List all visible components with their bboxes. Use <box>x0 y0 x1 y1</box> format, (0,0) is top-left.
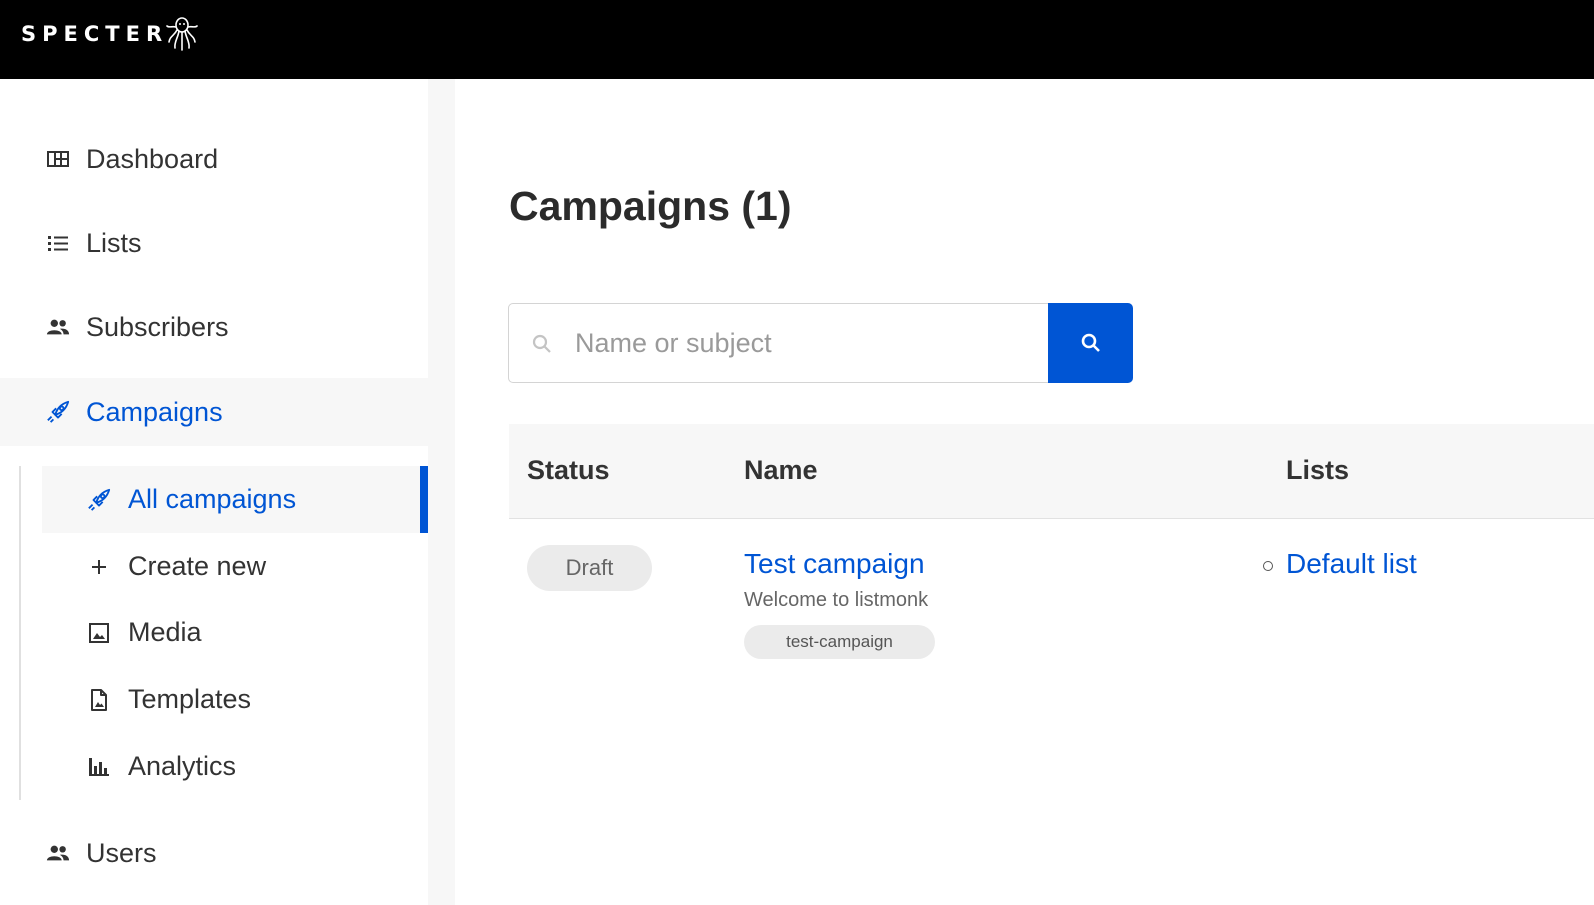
subnav-item-analytics[interactable]: Analytics <box>42 733 428 800</box>
image-icon <box>87 621 111 645</box>
sidebar-item-users[interactable]: Users <box>0 819 428 887</box>
sidebar-item-label: Campaigns <box>86 396 223 427</box>
sidebar-gutter <box>428 79 455 905</box>
search-icon <box>1081 333 1100 352</box>
search-button[interactable] <box>1048 303 1133 383</box>
sidebar-item-dashboard[interactable]: Dashboard <box>0 125 428 193</box>
sidebar-item-label: Dashboard <box>86 143 219 174</box>
sidebar-item-lists[interactable]: Lists <box>0 209 428 277</box>
subnav-item-label: Media <box>128 617 202 647</box>
people-icon <box>46 315 70 339</box>
subnav-divider <box>19 466 21 800</box>
sidebar-item-campaigns[interactable]: Campaigns <box>0 378 428 446</box>
column-header-status[interactable]: Status <box>527 455 610 486</box>
logo[interactable]: SPECTER <box>21 15 198 53</box>
sidebar-item-label: Lists <box>86 227 142 258</box>
rocket-icon <box>87 488 111 512</box>
campaign-tag: test-campaign <box>744 625 935 659</box>
subnav-item-label: Analytics <box>128 751 237 781</box>
page-title: Campaigns (1) <box>509 183 792 229</box>
search-input[interactable] <box>575 322 1035 364</box>
list-link[interactable]: Default list <box>1286 548 1417 580</box>
bar-chart-icon <box>87 755 111 779</box>
status-badge: Draft <box>527 545 652 591</box>
subnav-item-label: Create new <box>128 551 267 581</box>
sidebar: Dashboard Lists Subscribers Campaigns Al… <box>0 79 428 905</box>
subnav-item-create-new[interactable]: Create new <box>42 533 428 600</box>
plus-icon <box>87 555 111 579</box>
column-header-lists: Lists <box>1286 455 1350 485</box>
search-icon <box>532 334 551 353</box>
subnav-item-media[interactable]: Media <box>42 599 428 666</box>
subnav-item-label: All campaigns <box>128 484 297 514</box>
sidebar-item-subscribers[interactable]: Subscribers <box>0 293 428 361</box>
dashboard-icon <box>46 147 70 171</box>
list-bullet-icon <box>1263 561 1273 571</box>
rocket-icon <box>46 400 70 424</box>
top-bar: SPECTER <box>0 0 1594 79</box>
subnav-item-label: Templates <box>128 684 252 714</box>
search-box <box>508 303 1050 383</box>
subnav-item-all-campaigns[interactable]: All campaigns <box>42 466 428 533</box>
logo-text: SPECTER <box>21 22 169 46</box>
octopus-icon <box>166 17 198 51</box>
file-image-icon <box>87 688 111 712</box>
campaign-subject: Welcome to listmonk <box>744 589 929 611</box>
sidebar-item-label: Users <box>86 837 157 868</box>
subnav-item-templates[interactable]: Templates <box>42 666 428 733</box>
people-icon <box>46 841 70 865</box>
list-icon <box>46 231 70 255</box>
sidebar-item-label: Subscribers <box>86 311 229 342</box>
campaign-name-link[interactable]: Test campaign <box>744 548 925 580</box>
column-header-name[interactable]: Name <box>744 455 818 486</box>
table-header: Status Name Lists <box>509 424 1594 519</box>
